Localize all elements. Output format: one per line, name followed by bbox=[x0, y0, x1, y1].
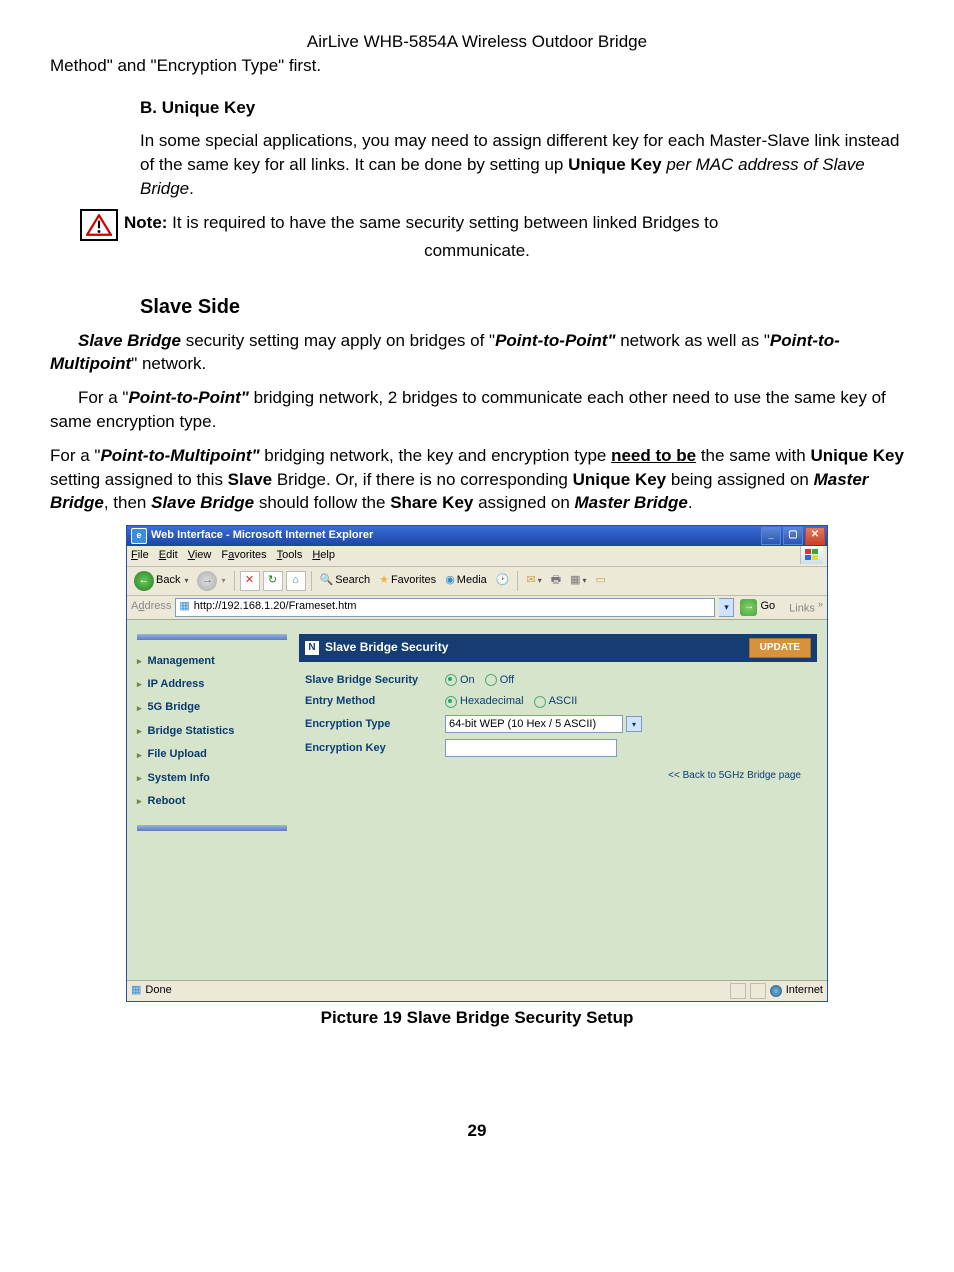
status-seg bbox=[750, 983, 766, 999]
toolbar: ←Back▾ →▾ ✕ ↻ ⌂ 🔍Search ★Favorites ◉Medi… bbox=[127, 567, 827, 596]
radio-ascii[interactable] bbox=[534, 696, 546, 708]
note-text: Note: It is required to have the same se… bbox=[124, 211, 874, 235]
para-2: For a "Point-to-Point" bridging network,… bbox=[50, 386, 904, 434]
address-bar: Address ▦ http://192.168.1.20/Frameset.h… bbox=[127, 596, 827, 620]
para-1: Slave Bridge security setting may apply … bbox=[50, 329, 904, 377]
nav-top-decor bbox=[137, 634, 287, 640]
nav-bottom-decor bbox=[137, 825, 287, 831]
nav-file-upload[interactable]: ▸File Upload bbox=[137, 743, 287, 766]
warning-icon bbox=[80, 209, 118, 241]
address-dropdown[interactable]: ▾ bbox=[719, 598, 734, 617]
nav-management[interactable]: ▸Management bbox=[137, 650, 287, 673]
menu-help[interactable]: Help bbox=[312, 548, 335, 563]
figure-caption: Picture 19 Slave Bridge Security Setup bbox=[40, 1006, 914, 1030]
favorites-button[interactable]: ★Favorites bbox=[376, 572, 439, 589]
windows-flag-icon bbox=[800, 546, 823, 564]
status-text: Done bbox=[145, 983, 171, 998]
nav-ip-address[interactable]: ▸IP Address bbox=[137, 673, 287, 696]
section-b-para: In some special applications, you may ne… bbox=[140, 129, 904, 200]
nav-5g-bridge[interactable]: ▸5G Bridge bbox=[137, 696, 287, 719]
select-arrow-icon[interactable]: ▾ bbox=[626, 716, 642, 732]
doc-header: AirLive WHB-5854A Wireless Outdoor Bridg… bbox=[40, 30, 914, 54]
status-bar: ▦ Done Internet bbox=[127, 980, 827, 1001]
back-button[interactable]: ←Back▾ bbox=[131, 570, 191, 592]
internet-zone-icon bbox=[770, 985, 782, 997]
nav-reboot[interactable]: ▸Reboot bbox=[137, 790, 287, 813]
note-line2: communicate. bbox=[40, 239, 914, 263]
media-button[interactable]: ◉Media bbox=[442, 572, 490, 589]
zone-label: Internet bbox=[786, 983, 823, 998]
line-method: Method" and "Encryption Type" first. bbox=[50, 54, 914, 78]
nav-bridge-statistics[interactable]: ▸Bridge Statistics bbox=[137, 720, 287, 743]
menu-edit[interactable]: Edit bbox=[159, 548, 178, 563]
minimize-button[interactable]: _ bbox=[761, 527, 781, 545]
radio-hex[interactable] bbox=[445, 696, 457, 708]
back-link[interactable]: << Back to 5GHz Bridge page bbox=[668, 770, 801, 781]
edit-button[interactable]: ▦▾ bbox=[567, 572, 589, 589]
row-enc-type-label: Encryption Type bbox=[305, 717, 445, 732]
radio-off[interactable] bbox=[485, 674, 497, 686]
panel-title: Slave Bridge Security bbox=[325, 639, 448, 656]
close-button[interactable]: ✕ bbox=[805, 527, 825, 545]
mail-button[interactable]: ✉▾ bbox=[523, 572, 544, 589]
page-number: 29 bbox=[40, 1119, 914, 1143]
ie-logo-icon: e bbox=[131, 528, 147, 544]
menu-favorites[interactable]: Favorites bbox=[221, 548, 266, 563]
row-enc-key-label: Encryption Key bbox=[305, 741, 445, 756]
row-security-label: Slave Bridge Security bbox=[305, 673, 445, 688]
page-done-icon: ▦ bbox=[131, 983, 141, 998]
address-input[interactable]: ▦ http://192.168.1.20/Frameset.htm bbox=[175, 598, 715, 617]
ie-window: e Web Interface - Microsoft Internet Exp… bbox=[126, 525, 828, 1001]
go-button[interactable]: →Go bbox=[740, 599, 775, 616]
history-button[interactable]: 🕑 bbox=[493, 572, 513, 589]
menu-file[interactable]: File bbox=[131, 548, 149, 563]
para-3: For a "Point-to-Multipoint" bridging net… bbox=[50, 444, 904, 515]
status-seg bbox=[730, 983, 746, 999]
menubar: File Edit View Favorites Tools Help bbox=[127, 546, 827, 566]
print-button[interactable]: 🖶 bbox=[548, 572, 564, 589]
update-button[interactable]: UPDATE bbox=[749, 638, 811, 658]
forward-button[interactable]: →▾ bbox=[194, 570, 228, 592]
discuss-button[interactable]: ▭ bbox=[593, 572, 609, 589]
address-label: Address bbox=[131, 599, 171, 614]
radio-on[interactable] bbox=[445, 674, 457, 686]
row-entry-label: Entry Method bbox=[305, 694, 445, 709]
links-label[interactable]: Links » bbox=[789, 598, 823, 617]
menu-view[interactable]: View bbox=[188, 548, 212, 563]
main-panel: N Slave Bridge Security UPDATE Slave Bri… bbox=[293, 620, 827, 980]
search-button[interactable]: 🔍Search bbox=[317, 572, 374, 589]
page-icon: ▦ bbox=[179, 599, 189, 614]
section-b-heading: B. Unique Key bbox=[140, 96, 914, 120]
stop-button[interactable]: ✕ bbox=[240, 571, 260, 591]
window-title: Web Interface - Microsoft Internet Explo… bbox=[151, 528, 373, 543]
home-button[interactable]: ⌂ bbox=[286, 571, 306, 591]
encryption-key-input[interactable] bbox=[445, 739, 617, 757]
refresh-button[interactable]: ↻ bbox=[263, 571, 283, 591]
nav-sidebar: ▸Management ▸IP Address ▸5G Bridge ▸Brid… bbox=[127, 620, 293, 980]
menu-tools[interactable]: Tools bbox=[277, 548, 303, 563]
encryption-type-select[interactable]: 64-bit WEP (10 Hex / 5 ASCII) bbox=[445, 715, 623, 733]
maximize-button[interactable]: ▢ bbox=[783, 527, 803, 545]
titlebar: e Web Interface - Microsoft Internet Exp… bbox=[127, 526, 827, 546]
nav-system-info[interactable]: ▸System Info bbox=[137, 767, 287, 790]
slave-side-heading: Slave Side bbox=[140, 293, 914, 321]
panel-badge-icon: N bbox=[305, 641, 319, 655]
